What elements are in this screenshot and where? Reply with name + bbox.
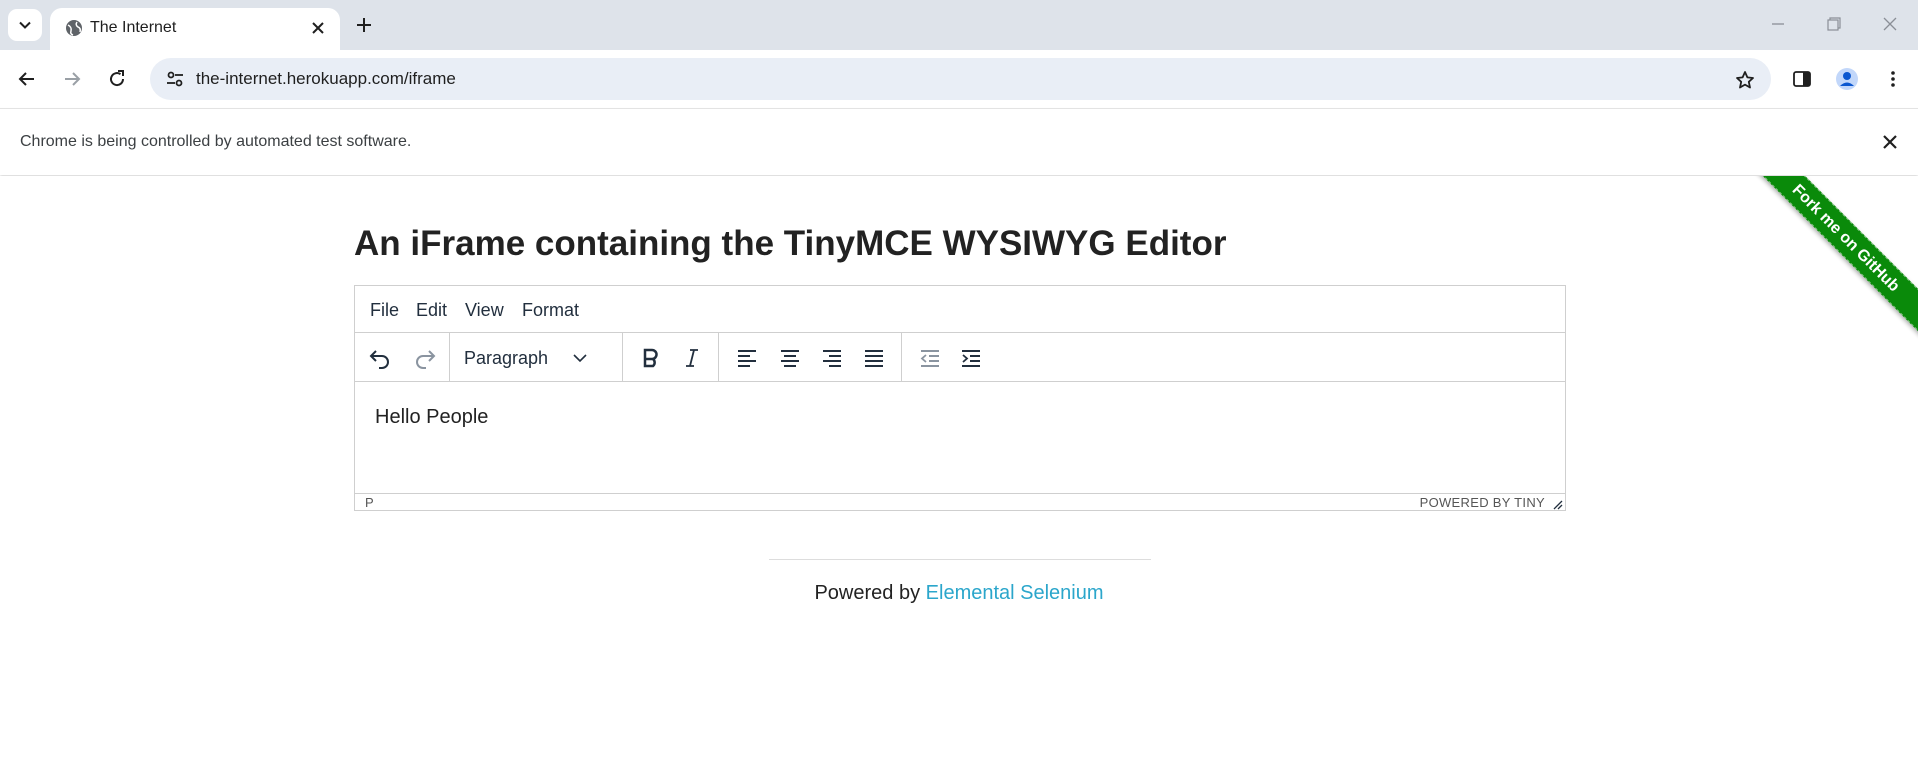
arrow-left-icon [18, 72, 34, 86]
menu-button[interactable] [1880, 66, 1906, 92]
browser-tab[interactable]: The Internet [50, 8, 340, 50]
footer-prefix: Powered by [814, 582, 921, 604]
arrow-right-icon [65, 72, 81, 86]
back-button[interactable] [14, 66, 40, 92]
github-fork-ribbon[interactable]: Fork me on GitHub [1743, 176, 1918, 341]
align-left-icon [738, 350, 756, 367]
restore-button[interactable] [1822, 12, 1846, 36]
outdent-button[interactable] [915, 343, 945, 373]
menu-edit[interactable]: Edit [416, 300, 447, 321]
minimize-button[interactable] [1766, 12, 1790, 36]
side-panel-icon [1793, 71, 1811, 87]
align-justify-icon [865, 350, 883, 367]
undo-icon [369, 350, 389, 369]
toolbar-divider [622, 333, 623, 382]
block-format-select[interactable]: Paragraph [448, 345, 598, 371]
new-tab-button[interactable] [352, 13, 376, 37]
indent-button[interactable] [956, 343, 986, 373]
outdent-icon [920, 350, 939, 367]
align-center-icon [781, 350, 799, 367]
chevron-down-icon [573, 354, 587, 363]
redo-button[interactable] [410, 343, 440, 373]
window-close-button[interactable] [1878, 12, 1902, 36]
avatar-icon [1836, 68, 1858, 90]
italic-icon [686, 349, 698, 367]
page-footer: Powered by Elemental Selenium [0, 582, 1918, 605]
infobar-close-button[interactable] [1878, 130, 1902, 154]
page-title: An iFrame containing the TinyMCE WYSIWYG… [354, 224, 1227, 263]
address-bar[interactable]: the-internet.herokuapp.com/iframe [150, 58, 1771, 100]
editor-menubar: File Edit View Format [355, 286, 1565, 333]
indent-icon [962, 350, 980, 367]
italic-button[interactable] [677, 343, 707, 373]
tab-search-button[interactable] [8, 9, 42, 41]
block-format-value: Paragraph [464, 348, 549, 368]
redo-icon [416, 350, 436, 369]
forward-button[interactable] [59, 66, 85, 92]
close-icon [1883, 135, 1897, 149]
undo-button[interactable] [365, 343, 395, 373]
plus-icon [357, 18, 371, 32]
reload-icon [110, 70, 125, 87]
toolbar-divider [718, 333, 719, 382]
tinymce-editor: File Edit View Format Paragraph Hello Pe… [354, 285, 1566, 511]
bookmark-button[interactable] [1733, 68, 1757, 92]
tune-icon [167, 71, 183, 87]
align-left-button[interactable] [732, 343, 762, 373]
editor-statusbar: P POWERED BY TINY [355, 493, 1565, 511]
align-right-icon [823, 350, 841, 367]
align-center-button[interactable] [775, 343, 805, 373]
editor-toolbar: Paragraph [355, 333, 1565, 382]
star-icon [1736, 71, 1754, 89]
restore-icon [1827, 17, 1841, 31]
side-panel-button[interactable] [1789, 66, 1815, 92]
align-right-button[interactable] [817, 343, 847, 373]
footer-divider [769, 559, 1151, 560]
automation-infobar: Chrome is being controlled by automated … [0, 108, 1918, 175]
reload-button[interactable] [104, 66, 130, 92]
globe-icon [66, 20, 82, 36]
bold-icon [643, 348, 658, 368]
page-content: Fork me on GitHub An iFrame containing t… [0, 176, 1918, 770]
url-text: the-internet.herokuapp.com/iframe [196, 69, 456, 88]
tiny-branding-link[interactable]: POWERED BY TINY [1420, 495, 1545, 510]
tab-strip: The Internet [0, 0, 1918, 50]
align-justify-button[interactable] [859, 343, 889, 373]
menu-file[interactable]: File [370, 300, 399, 321]
editor-content-area[interactable]: Hello People [355, 382, 1565, 494]
browser-toolbar: the-internet.herokuapp.com/iframe [0, 50, 1918, 108]
elemental-selenium-link[interactable]: Elemental Selenium [926, 582, 1104, 604]
site-info-button[interactable] [164, 68, 186, 90]
tab-close-button[interactable] [308, 18, 328, 38]
infobar-message: Chrome is being controlled by automated … [20, 133, 412, 150]
close-icon [312, 22, 324, 34]
profile-button[interactable] [1834, 66, 1860, 92]
minimize-icon [1772, 23, 1784, 25]
element-path[interactable]: P [365, 495, 374, 510]
tab-title: The Internet [90, 19, 177, 36]
more-vert-icon [1891, 71, 1895, 87]
toolbar-divider [901, 333, 902, 382]
resize-handle-icon[interactable] [1551, 498, 1563, 510]
menu-view[interactable]: View [465, 300, 504, 321]
close-icon [1883, 17, 1897, 31]
menu-format[interactable]: Format [522, 300, 579, 321]
chevron-down-icon [19, 21, 31, 29]
editor-paragraph[interactable]: Hello People [375, 406, 488, 429]
bold-button[interactable] [636, 343, 666, 373]
